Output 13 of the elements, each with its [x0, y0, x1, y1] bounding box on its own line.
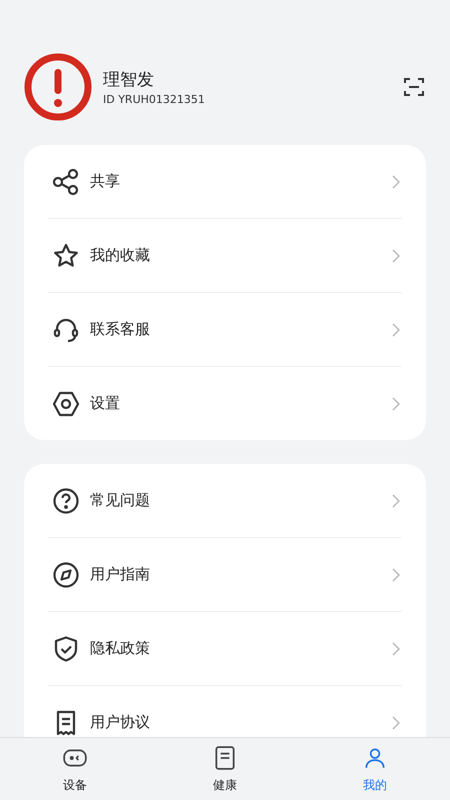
menu-item[interactable]: 隐私政策 [90, 639, 392, 658]
menu-item[interactable]: 共享 [90, 172, 392, 191]
menu-item[interactable]: 联系客服 [90, 320, 392, 339]
menu-item[interactable]: 常见问题 [90, 491, 392, 510]
menu-item[interactable]: 我的收藏 [90, 246, 392, 265]
menu-item[interactable]: 用户指南 [90, 565, 392, 584]
user-name: 理智发 [103, 69, 155, 91]
nav-tab[interactable]: 健康 [150, 738, 300, 800]
menu-item[interactable]: 设置 [90, 394, 392, 413]
menu-item[interactable]: 用户协议 [90, 713, 392, 732]
nav-tab[interactable]: 我的 [300, 738, 450, 800]
user-id: ID YRUH01321351 [103, 93, 206, 106]
nav-tab[interactable]: 设备 [0, 738, 150, 800]
